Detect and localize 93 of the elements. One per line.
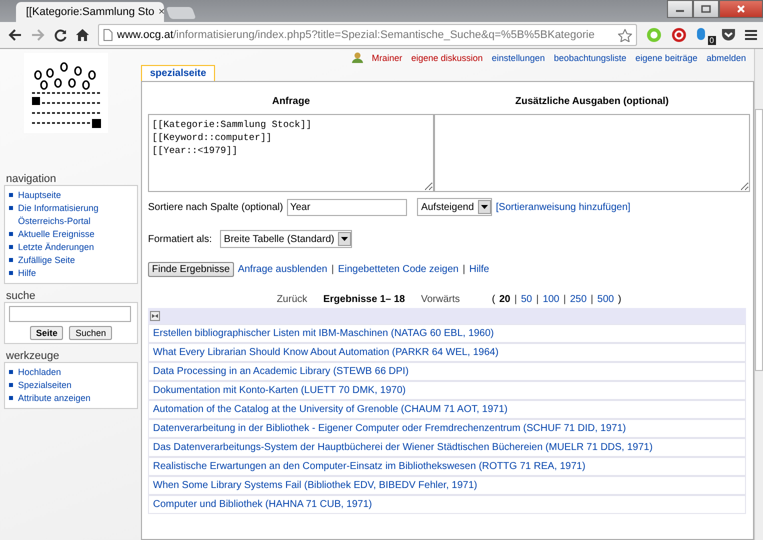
page-size-option[interactable]: 500 [597, 294, 614, 305]
sidebar-link[interactable]: Hauptseite [18, 189, 62, 202]
sidebar-heading: werkzeuge [5, 350, 60, 362]
maximize-button[interactable] [693, 0, 719, 18]
result-link[interactable]: Realistische Erwartungen an den Computer-Einsatz im Bibliothekswesen (ROTTG 71 REA, 1971) [148, 457, 746, 476]
order-dropdown[interactable]: Aufsteigend [417, 198, 492, 216]
minimize-button[interactable] [667, 0, 693, 18]
close-window-button[interactable] [719, 0, 763, 18]
user-link[interactable]: eigene beiträge [635, 52, 698, 62]
sidebar-link[interactable]: Aktuelle Ereignisse [18, 228, 95, 241]
user-link[interactable]: Mrainer [372, 52, 402, 62]
pocket-icon[interactable] [721, 28, 736, 42]
query-heading: Anfrage [271, 96, 311, 107]
address-field[interactable]: www.ocg.at/informatisierung/index.php5?title=Spezial:Semantische_Suche&q=%5B%5BKategorie [98, 24, 637, 46]
action-link[interactable]: Anfrage ausblenden [238, 264, 328, 275]
bullet-icon [9, 396, 13, 400]
sidebar-link[interactable]: Zufällige Seite [18, 254, 76, 267]
bullet-icon [9, 383, 13, 387]
separator: | [331, 264, 334, 275]
result-link[interactable]: Automation of the Catalog at the University of Grenoble (CHAUM 71 AOT, 1971) [148, 400, 746, 419]
bullet-icon [9, 370, 13, 374]
page-size-option[interactable]: 50 [520, 294, 532, 305]
bullet-icon [9, 193, 13, 197]
sidebar-link[interactable]: Hochladen [18, 366, 62, 379]
scrollbar[interactable] [754, 49, 763, 540]
separator: | [536, 294, 539, 305]
close-icon [736, 5, 746, 13]
user-link[interactable]: eigene diskussion [411, 52, 483, 62]
result-link[interactable]: Dokumentation mit Konto-Karten (LUETT 70 DMK, 1970) [148, 381, 746, 400]
extension-badge: 0 [708, 36, 716, 45]
home-icon[interactable] [76, 29, 89, 41]
stop-sign-icon[interactable] [671, 27, 687, 43]
action-link[interactable]: Eingebetteten Code zeigen [338, 264, 459, 275]
output-field[interactable] [434, 114, 750, 192]
page-size-option[interactable]: 20 [499, 294, 510, 305]
result-link[interactable]: When Some Library Systems Fail (Bibliothek EDV, BIBEDV Fehler, 1971) [148, 476, 746, 495]
separator: | [563, 294, 566, 305]
user-icon [352, 52, 363, 63]
sort-label: Sortiere nach Spalte (optional) [148, 202, 284, 212]
caret-icon [480, 205, 488, 209]
format-dropdown[interactable]: Breite Tabelle (Standard) [220, 230, 352, 248]
result-link[interactable]: Datenverarbeitung in der Bibliothek - Eigener Computer oder Fremdrechenzentrum (SCHUF 71 DID, 1971) [148, 419, 746, 438]
result-link[interactable]: What Every Librarian Should Know About Automation (PARKR 64 WEL, 1964) [148, 343, 746, 362]
bracket: ) [618, 294, 622, 305]
result-link[interactable]: Computer und Bibliothek (HAHNA 71 CUB, 1971) [148, 495, 746, 514]
query-field[interactable]: [[Kategorie:Sammlung Stock]] [[Keyword::computer]] [[Year::<1979]] [148, 114, 434, 192]
sort-icon[interactable] [150, 311, 160, 321]
output-heading: Zusätzliche Ausgaben (optional) [514, 96, 670, 107]
sidebar-link[interactable]: Hilfe [18, 267, 36, 280]
close-tab-button[interactable]: × [158, 6, 165, 18]
find-results-button[interactable]: Finde Ergebnisse [148, 262, 234, 277]
search-button[interactable]: Seite [30, 326, 64, 340]
star-icon[interactable] [618, 28, 632, 42]
result-link[interactable]: Erstellen bibliographischer Listen mit IBM-Maschinen (NATAG 60 EBL, 1960) [148, 324, 746, 343]
browser-tab[interactable]: [[Kategorie:Sammlung Sto × [16, 2, 164, 22]
sort-field[interactable]: Year [287, 198, 408, 216]
separator: | [514, 294, 517, 305]
sidebar-heading: suche [5, 290, 36, 302]
format-label: Formatiert als: [148, 234, 212, 244]
separator: | [462, 264, 466, 275]
action-link[interactable]: Hilfe [469, 264, 490, 275]
bullet-icon [9, 245, 13, 249]
page-tab[interactable]: spezialseite [141, 65, 216, 81]
bracket: ( [492, 294, 496, 305]
maximize-icon [701, 5, 711, 13]
menu-icon[interactable] [745, 29, 757, 41]
bullet-icon [9, 232, 13, 236]
result-link[interactable]: Data Processing in an Academic Library (STEWB 66 DPI) [148, 362, 746, 381]
sidebar-link[interactable]: Letzte Änderungen [18, 241, 94, 254]
bullet-icon [9, 206, 13, 210]
page-size-option[interactable]: 100 [542, 294, 560, 305]
search-field[interactable] [9, 306, 131, 322]
result-link[interactable]: Das Datenverarbeitungs-System der Hauptbücherei der Wiener Städtischen Büchereien (MUELR 71 DDS, 1971) [148, 438, 746, 457]
bullet-icon [9, 271, 13, 275]
back-icon[interactable] [8, 29, 22, 41]
figure-icon [696, 27, 706, 41]
search-button[interactable]: Suchen [69, 326, 112, 340]
user-link[interactable]: abmelden [706, 52, 746, 62]
bullet-icon [9, 258, 13, 262]
page-size-option[interactable]: 250 [570, 294, 587, 305]
sidebar-link[interactable]: Spezialseiten [18, 379, 72, 392]
sidebar-heading: navigation [5, 173, 58, 185]
sidebar-link[interactable]: Attribute anzeigen [18, 392, 91, 405]
caret-icon [341, 237, 348, 241]
reload-icon[interactable] [54, 28, 67, 42]
user-link[interactable]: einstellungen [492, 52, 545, 62]
add-sort-link[interactable]: [Sortieranweisung hinzufügen] [496, 202, 630, 212]
separator: | [590, 294, 594, 305]
result-range: Ergebnisse 1– 18 [323, 294, 405, 305]
sidebar-link[interactable]: Die Informatisierung Österreichs-Portal [18, 202, 133, 228]
tab-title: [[Kategorie:Sammlung Sto [26, 6, 154, 18]
page-icon [103, 29, 113, 41]
user-link[interactable]: beobachtungsliste [554, 52, 626, 62]
